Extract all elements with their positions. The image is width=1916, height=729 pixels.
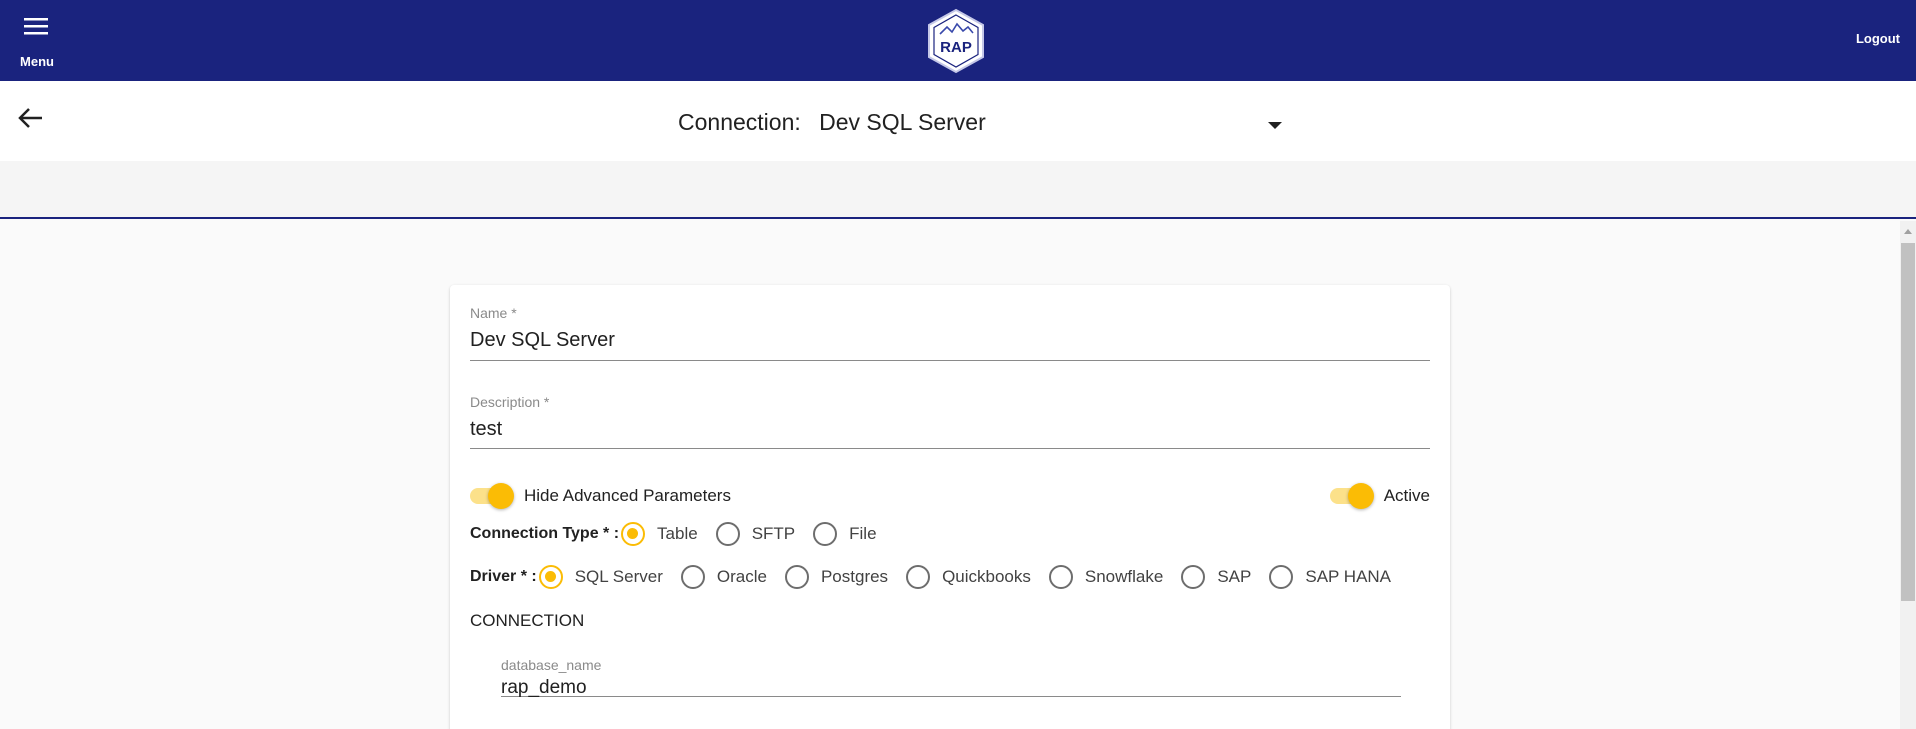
rap-logo[interactable]: RAP <box>926 8 986 74</box>
radio-postgres-label: Postgres <box>820 567 889 586</box>
scroll-thumb[interactable] <box>1901 243 1915 601</box>
name-input[interactable]: Dev SQL Server <box>470 329 615 352</box>
radio-quickbooks-circle[interactable] <box>906 565 931 589</box>
connection-header: Connection: Dev SQL Server <box>0 81 1916 161</box>
driver-label: Driver * : <box>470 568 537 585</box>
arrow-left-icon <box>18 108 42 128</box>
radio-sftp-label: SFTP <box>751 524 796 543</box>
database-name-field[interactable]: database_name rap_demo <box>501 657 1401 699</box>
app-bar: Menu RAP Logout <box>0 0 1916 81</box>
radio-sap-circle[interactable] <box>1181 565 1206 589</box>
radio-postgres-circle[interactable] <box>784 565 809 589</box>
radio-sql-server-label: SQL Server <box>574 567 663 586</box>
radio-sap[interactable]: SAP <box>1181 565 1251 589</box>
radio-sql-server-circle[interactable] <box>538 565 563 589</box>
radio-sap-hana-label: SAP HANA <box>1305 567 1392 586</box>
radio-quickbooks-label: Quickbooks <box>942 567 1031 586</box>
radio-quickbooks[interactable]: Quickbooks <box>906 565 1031 589</box>
radio-oracle-label: Oracle <box>716 567 767 586</box>
radio-oracle[interactable]: Oracle <box>680 565 767 589</box>
description-label: Description * <box>470 394 550 410</box>
radio-sftp[interactable]: SFTP <box>715 522 796 546</box>
radio-sap-hana-circle[interactable] <box>1269 565 1294 589</box>
active-thumb <box>1347 483 1374 509</box>
active-track <box>1329 483 1374 509</box>
logout-button[interactable]: Logout <box>1856 31 1900 46</box>
hide-advanced-track <box>470 483 514 509</box>
connection-prefix: Connection: <box>678 109 801 135</box>
driver-group: Driver * : SQL Server Oracle Postgres Qu… <box>470 562 1409 592</box>
description-field[interactable]: Description * test <box>470 394 1430 449</box>
scroll-up-arrow-icon[interactable] <box>1904 229 1912 234</box>
menu-label: Menu <box>20 54 54 69</box>
hide-advanced-label: Hide Advanced Parameters <box>524 486 731 505</box>
back-button[interactable] <box>18 107 50 135</box>
scrollbar[interactable] <box>1900 221 1916 729</box>
selected-connection: Dev SQL Server <box>819 109 986 135</box>
toggle-row: Hide Advanced Parameters Active <box>470 481 1430 511</box>
radio-sftp-circle[interactable] <box>715 522 740 546</box>
radio-file[interactable]: File <box>813 522 877 546</box>
menu-button[interactable]: Menu <box>14 12 60 72</box>
hide-advanced-toggle[interactable]: Hide Advanced Parameters <box>470 481 731 511</box>
database-name-input[interactable]: rap_demo <box>501 677 587 699</box>
radio-oracle-circle[interactable] <box>680 565 705 589</box>
logo-text: RAP <box>940 39 972 56</box>
caret-down-icon[interactable] <box>1268 117 1282 135</box>
hamburger-icon <box>24 18 48 35</box>
hide-advanced-thumb <box>488 483 514 509</box>
radio-postgres[interactable]: Postgres <box>784 565 889 589</box>
active-label: Active <box>1383 486 1430 505</box>
connection-select[interactable]: Connection: Dev SQL Server <box>678 109 986 136</box>
radio-table[interactable]: Table <box>621 522 698 546</box>
radio-file-label: File <box>849 524 877 543</box>
description-input[interactable]: test <box>470 418 502 441</box>
connection-section-heading: CONNECTION <box>470 611 585 630</box>
radio-snowflake-circle[interactable] <box>1048 565 1073 589</box>
connection-type-label: Connection Type * : <box>470 525 620 542</box>
database-name-label: database_name <box>501 657 602 673</box>
radio-sap-label: SAP <box>1217 567 1252 586</box>
radio-sql-server[interactable]: SQL Server <box>538 565 663 589</box>
toolbar-band <box>0 161 1916 219</box>
radio-table-label: Table <box>657 524 698 543</box>
radio-snowflake-label: Snowflake <box>1084 567 1164 586</box>
name-field[interactable]: Name * Dev SQL Server <box>470 305 1430 361</box>
connection-form-card: Name * Dev SQL Server Description * test… <box>450 285 1450 729</box>
name-label: Name * <box>470 305 517 321</box>
radio-snowflake[interactable]: Snowflake <box>1048 565 1164 589</box>
radio-table-circle[interactable] <box>621 522 646 546</box>
active-toggle[interactable]: Active <box>1329 481 1430 511</box>
radio-file-circle[interactable] <box>813 522 838 546</box>
connection-type-group: Connection Type * : Table SFTP File <box>470 519 895 549</box>
radio-sap-hana[interactable]: SAP HANA <box>1269 565 1391 589</box>
